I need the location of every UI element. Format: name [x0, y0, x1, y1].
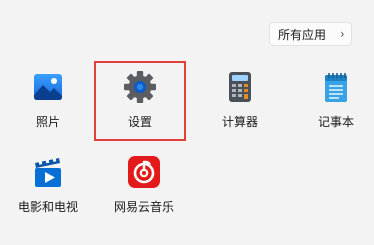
app-tile-calculator[interactable]: 计算器	[204, 65, 276, 137]
notepad-icon	[325, 73, 347, 102]
app-label-notepad: 记事本	[317, 115, 354, 129]
app-tile-photos[interactable]: 照片	[12, 65, 84, 137]
all-apps-button[interactable]: 所有应用 ›	[269, 22, 352, 46]
app-label-photos: 照片	[35, 115, 60, 129]
start-menu-pinned-panel: 所有应用 › 照片 设置 计算器 记事本 电影和电视 网易云音乐	[0, 0, 374, 245]
movies-tv-icon	[35, 158, 61, 187]
settings-highlight-box	[94, 61, 186, 141]
app-tile-netease-music[interactable]: 网易云音乐	[108, 150, 180, 222]
app-tile-movies-tv[interactable]: 电影和电视	[12, 150, 84, 222]
chevron-right-icon: ›	[340, 27, 345, 41]
photos-icon	[34, 74, 62, 100]
all-apps-label: 所有应用	[278, 27, 327, 42]
app-label-movies-tv: 电影和电视	[17, 200, 78, 214]
calculator-icon	[229, 72, 251, 102]
netease-music-icon	[128, 156, 160, 188]
app-tile-notepad[interactable]: 记事本	[300, 65, 372, 137]
app-label-calculator: 计算器	[221, 115, 258, 129]
app-label-netease-music: 网易云音乐	[113, 200, 174, 214]
